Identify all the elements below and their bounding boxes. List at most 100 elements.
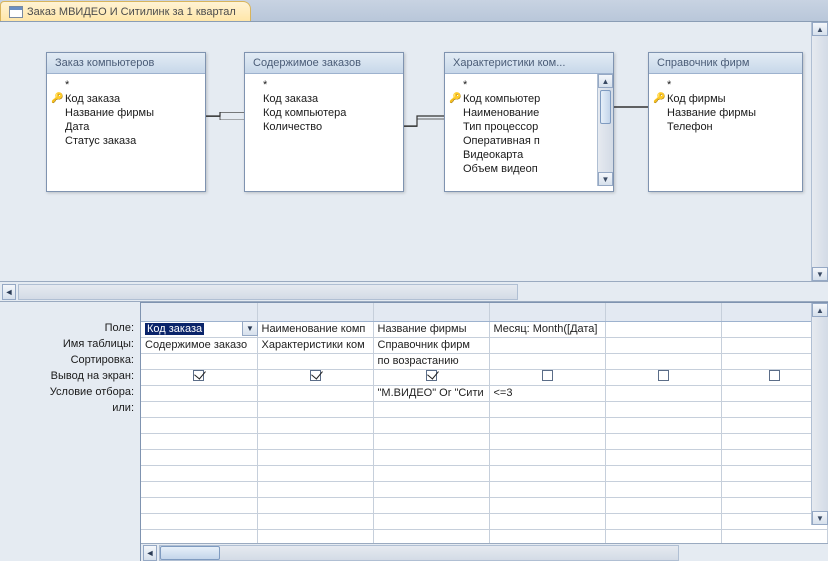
- grid-cell-empty[interactable]: [605, 465, 721, 481]
- table-field[interactable]: *: [445, 78, 597, 92]
- grid-cell-empty[interactable]: [605, 497, 721, 513]
- grid-cell-table[interactable]: [605, 337, 721, 353]
- grid-cell-empty[interactable]: [489, 529, 605, 543]
- grid-cell-table[interactable]: Справочник фирм: [373, 337, 489, 353]
- grid-cell-empty[interactable]: [605, 449, 721, 465]
- scroll-up-button[interactable]: ▲: [812, 303, 828, 317]
- grid-cell-show[interactable]: [257, 369, 373, 385]
- grid-cell-or[interactable]: [605, 401, 721, 417]
- grid-cell-empty[interactable]: [605, 481, 721, 497]
- grid-cell-show[interactable]: [141, 369, 257, 385]
- field-combo-button[interactable]: ▼: [242, 321, 258, 336]
- table-field[interactable]: *: [47, 78, 205, 92]
- grid-cell-sort[interactable]: по возрастанию: [373, 353, 489, 369]
- table-field[interactable]: Название фирмы: [47, 106, 205, 120]
- grid-cell-empty[interactable]: [373, 465, 489, 481]
- grid-cell-table[interactable]: Содержимое заказо: [141, 337, 257, 353]
- table-field[interactable]: Видеокарта: [445, 148, 597, 162]
- show-checkbox[interactable]: [426, 370, 437, 381]
- table-field[interactable]: Наименование: [445, 106, 597, 120]
- grid-cell-criteria[interactable]: "М.ВИДЕО" Or "Сити: [373, 385, 489, 401]
- grid-cell-empty[interactable]: [257, 449, 373, 465]
- scroll-left-button[interactable]: ◄: [2, 284, 16, 300]
- column-selector[interactable]: [605, 303, 721, 321]
- grid-cell-criteria[interactable]: [605, 385, 721, 401]
- grid-cell-empty[interactable]: [141, 465, 257, 481]
- grid-cell-or[interactable]: [257, 401, 373, 417]
- grid-cell-empty[interactable]: [373, 449, 489, 465]
- grid-cell-empty[interactable]: [141, 417, 257, 433]
- table-box-2[interactable]: Характеристики ком... ▲ ▼ *🔑Код компьюте…: [444, 52, 614, 192]
- grid-cell-empty[interactable]: [373, 497, 489, 513]
- column-selector[interactable]: [257, 303, 373, 321]
- show-checkbox[interactable]: [310, 370, 321, 381]
- table-field[interactable]: Тип процессор: [445, 120, 597, 134]
- grid-cell-empty[interactable]: [373, 529, 489, 543]
- grid-cell-criteria[interactable]: [257, 385, 373, 401]
- relationships-pane[interactable]: Заказ компьютеров *🔑Код заказаНазвание ф…: [0, 22, 828, 282]
- table-field[interactable]: 🔑Код компьютер: [445, 92, 597, 106]
- scroll-down-button[interactable]: ▼: [812, 267, 828, 281]
- table-field[interactable]: Количество: [245, 120, 403, 134]
- grid-cell-empty[interactable]: [489, 513, 605, 529]
- grid-cell-sort[interactable]: [605, 353, 721, 369]
- grid-cell-empty[interactable]: [721, 529, 828, 543]
- scroll-down-button[interactable]: ▼: [812, 511, 828, 525]
- scroll-thumb[interactable]: [160, 546, 220, 560]
- grid-cell-empty[interactable]: [257, 497, 373, 513]
- grid-cell-empty[interactable]: [257, 529, 373, 543]
- show-checkbox[interactable]: [193, 370, 204, 381]
- grid-cell-show[interactable]: [373, 369, 489, 385]
- grid-cell-empty[interactable]: [257, 417, 373, 433]
- grid-cell-show[interactable]: [605, 369, 721, 385]
- column-selector[interactable]: [373, 303, 489, 321]
- grid-cell-field[interactable]: [605, 321, 721, 337]
- table-scrollbar[interactable]: ▲ ▼: [597, 74, 613, 186]
- grid-cell-empty[interactable]: [373, 481, 489, 497]
- grid-cell-empty[interactable]: [141, 481, 257, 497]
- grid-cell-field[interactable]: Наименование комп: [257, 321, 373, 337]
- grid-cell-table[interactable]: Характеристики ком: [257, 337, 373, 353]
- scroll-down-button[interactable]: ▼: [598, 172, 613, 186]
- grid-hscroll-track[interactable]: [159, 545, 679, 561]
- grid-cell-field[interactable]: Код заказа: [141, 321, 257, 337]
- table-field[interactable]: Код заказа: [245, 92, 403, 106]
- table-field[interactable]: 🔑Код фирмы: [649, 92, 802, 106]
- grid-vscrollbar[interactable]: ▲ ▼: [811, 303, 828, 525]
- qbe-grid[interactable]: Код заказаНаименование компНазвание фирм…: [141, 303, 828, 543]
- table-field[interactable]: Код компьютера: [245, 106, 403, 120]
- grid-cell-criteria[interactable]: [141, 385, 257, 401]
- grid-cell-sort[interactable]: [141, 353, 257, 369]
- grid-cell-empty[interactable]: [257, 465, 373, 481]
- grid-cell-empty[interactable]: [141, 529, 257, 543]
- grid-cell-empty[interactable]: [257, 513, 373, 529]
- column-selector[interactable]: [489, 303, 605, 321]
- grid-cell-empty[interactable]: [489, 497, 605, 513]
- grid-cell-empty[interactable]: [257, 481, 373, 497]
- scroll-thumb[interactable]: [600, 90, 611, 124]
- grid-cell-empty[interactable]: [373, 433, 489, 449]
- table-field[interactable]: 🔑Код заказа: [47, 92, 205, 106]
- upper-hscroll-track[interactable]: [18, 284, 518, 300]
- table-box-1[interactable]: Содержимое заказов *Код заказаКод компью…: [244, 52, 404, 192]
- scroll-left-button[interactable]: ◄: [143, 545, 157, 561]
- grid-cell-empty[interactable]: [141, 449, 257, 465]
- grid-cell-or[interactable]: [373, 401, 489, 417]
- grid-cell-sort[interactable]: [489, 353, 605, 369]
- grid-cell-table[interactable]: [489, 337, 605, 353]
- grid-cell-empty[interactable]: [605, 433, 721, 449]
- upper-pane-scrollbar[interactable]: ▲ ▼: [811, 22, 828, 281]
- table-field[interactable]: Название фирмы: [649, 106, 802, 120]
- grid-cell-or[interactable]: [141, 401, 257, 417]
- scroll-up-button[interactable]: ▲: [598, 74, 613, 88]
- table-field[interactable]: Дата: [47, 120, 205, 134]
- grid-cell-show[interactable]: [489, 369, 605, 385]
- show-checkbox[interactable]: [769, 370, 780, 381]
- show-checkbox[interactable]: [658, 370, 669, 381]
- grid-cell-or[interactable]: [489, 401, 605, 417]
- table-field[interactable]: Оперативная п: [445, 134, 597, 148]
- grid-cell-empty[interactable]: [605, 529, 721, 543]
- grid-cell-empty[interactable]: [141, 433, 257, 449]
- grid-cell-sort[interactable]: [257, 353, 373, 369]
- grid-cell-empty[interactable]: [373, 513, 489, 529]
